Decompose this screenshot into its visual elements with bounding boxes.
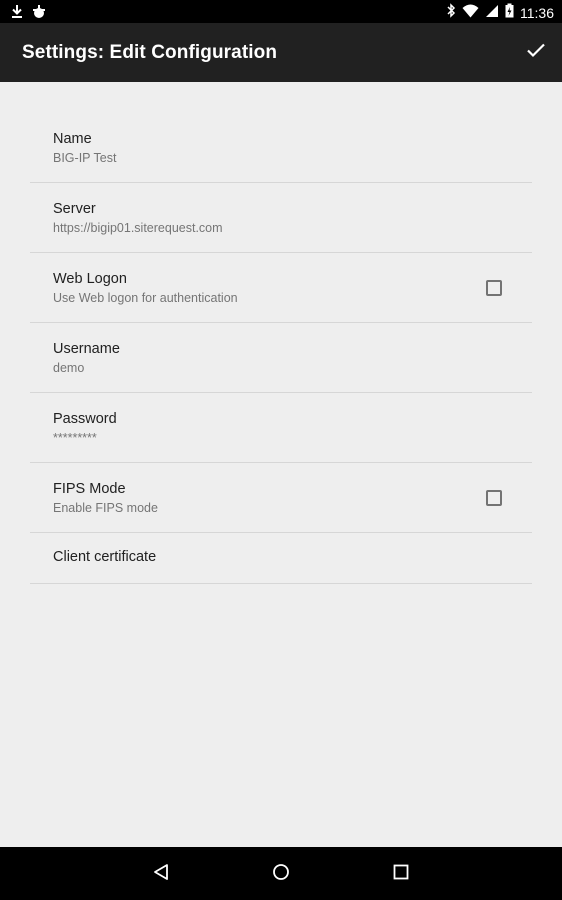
page-title: Settings: Edit Configuration: [22, 42, 278, 63]
pref-summary: https://bigip01.siterequest.com: [53, 221, 223, 235]
home-button[interactable]: [264, 857, 298, 891]
navigation-bar: [0, 847, 562, 900]
checkmark-icon: [526, 42, 546, 63]
home-icon: [272, 863, 290, 886]
bluetooth-icon: [446, 3, 456, 23]
pref-client-certificate[interactable]: Client certificate: [30, 533, 532, 584]
pref-title: Username: [53, 341, 120, 357]
pref-summary: *********: [53, 431, 97, 445]
fips-mode-checkbox[interactable]: [486, 490, 502, 506]
recents-icon: [393, 864, 409, 885]
pref-title: Name: [53, 131, 92, 147]
download-icon: [10, 4, 24, 24]
pref-name[interactable]: Name BIG-IP Test: [30, 113, 532, 183]
status-time: 11:36: [520, 4, 554, 21]
battery-charging-icon: [505, 3, 514, 23]
back-button[interactable]: [144, 857, 178, 891]
status-bar: 11:36: [0, 0, 562, 23]
back-icon: [152, 863, 170, 886]
pref-summary: Use Web logon for authentication: [53, 291, 238, 305]
pref-password[interactable]: Password *********: [30, 393, 532, 463]
pref-username[interactable]: Username demo: [30, 323, 532, 393]
pref-summary: Enable FIPS mode: [53, 501, 158, 515]
android-debug-icon: [32, 4, 46, 24]
signal-icon: [485, 4, 499, 23]
pref-summary: BIG-IP Test: [53, 151, 117, 165]
pref-title: FIPS Mode: [53, 481, 126, 497]
pref-title: Server: [53, 201, 96, 217]
pref-title: Client certificate: [53, 549, 157, 565]
preference-list: Name BIG-IP Test Server https://bigip01.…: [30, 113, 532, 584]
status-left-icons: [10, 4, 46, 24]
pref-server[interactable]: Server https://bigip01.siterequest.com: [30, 183, 532, 253]
wifi-icon: [462, 4, 479, 23]
pref-title: Password: [53, 411, 117, 427]
recents-button[interactable]: [384, 857, 418, 891]
web-logon-checkbox[interactable]: [486, 280, 502, 296]
pref-web-logon[interactable]: Web Logon Use Web logon for authenticati…: [30, 253, 532, 323]
status-right-icons: 11:36: [446, 3, 554, 23]
pref-title: Web Logon: [53, 271, 127, 287]
settings-content: Name BIG-IP Test Server https://bigip01.…: [0, 82, 562, 847]
pref-summary: demo: [53, 361, 85, 375]
pref-fips-mode[interactable]: FIPS Mode Enable FIPS mode: [30, 463, 532, 533]
app-bar: Settings: Edit Configuration: [0, 23, 562, 82]
confirm-button[interactable]: [516, 32, 556, 72]
